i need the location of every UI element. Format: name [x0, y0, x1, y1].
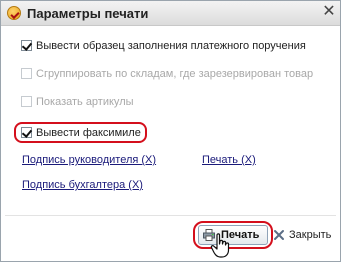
checkbox-facsimile[interactable]	[21, 127, 32, 138]
print-settings-dialog: Параметры печати ✕ Вывести образец запол…	[0, 0, 341, 262]
dialog-title: Параметры печати	[27, 6, 149, 21]
checkbox-show-articles	[21, 96, 32, 107]
option-label: Вывести факсимиле	[36, 127, 141, 139]
checkbox-group-by-warehouse	[21, 68, 32, 79]
close-x-icon	[274, 230, 284, 240]
close-button-label: Закрыть	[289, 229, 332, 241]
footer-divider	[5, 215, 336, 216]
option-label: Вывести образец заполнения платежного по…	[36, 40, 306, 52]
title-bar: Параметры печати ✕	[1, 1, 340, 26]
accountant-signature-link[interactable]: Подпись бухгалтера (X)	[22, 179, 143, 191]
hand-pointer-icon	[210, 233, 230, 258]
print-settings-icon	[7, 6, 21, 20]
stamp-link[interactable]: Печать (X)	[202, 154, 256, 166]
close-icon[interactable]: ✕	[321, 3, 337, 21]
checkbox-print-sample[interactable]	[21, 40, 32, 51]
option-label: Показать артикулы	[36, 96, 134, 108]
director-signature-link[interactable]: Подпись руководителя (X)	[22, 154, 156, 166]
print-button[interactable]: Печать	[198, 225, 268, 245]
close-button[interactable]: Закрыть	[273, 225, 337, 245]
option-label: Сгруппировать по складам, где зарезервир…	[36, 68, 314, 80]
